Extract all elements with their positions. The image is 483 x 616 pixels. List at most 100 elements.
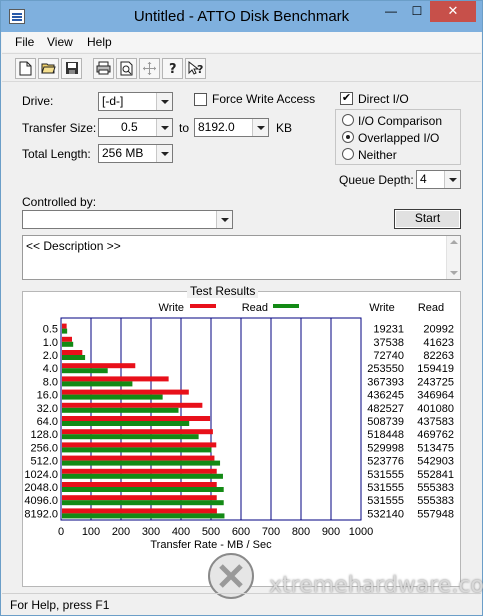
chevron-down-icon[interactable] bbox=[444, 171, 460, 188]
open-folder-icon[interactable] bbox=[38, 58, 59, 79]
save-icon[interactable] bbox=[61, 58, 82, 79]
svg-text:?: ? bbox=[197, 63, 203, 76]
category-label: 512.0 bbox=[30, 456, 58, 468]
results-title: Test Results bbox=[187, 284, 259, 298]
write-bar bbox=[62, 508, 217, 514]
write-value: 523776 bbox=[367, 456, 404, 468]
new-document-icon[interactable] bbox=[15, 58, 36, 79]
write-value: 508739 bbox=[367, 416, 404, 428]
x-tick-label: 600 bbox=[232, 526, 250, 538]
write-bar bbox=[62, 455, 215, 461]
menu-bar: File View Help bbox=[2, 32, 481, 52]
neither-radio[interactable] bbox=[342, 148, 354, 160]
read-value: 82263 bbox=[423, 350, 454, 362]
drive-select[interactable]: [-d-] bbox=[98, 92, 173, 111]
context-help-icon[interactable]: ? bbox=[185, 58, 206, 79]
overlapped-io-radio[interactable] bbox=[342, 131, 354, 143]
chevron-down-icon[interactable] bbox=[252, 119, 268, 136]
toolbar: ? ? bbox=[2, 53, 481, 82]
x-tick-label: 300 bbox=[142, 526, 160, 538]
read-bar bbox=[62, 447, 212, 453]
help-icon[interactable]: ? bbox=[162, 58, 183, 79]
write-value: 253550 bbox=[367, 363, 404, 375]
chevron-down-icon[interactable] bbox=[156, 145, 172, 162]
read-bar bbox=[62, 473, 223, 479]
transfer-size-to-select[interactable]: 8192.0 bbox=[194, 118, 269, 137]
menu-view[interactable]: View bbox=[47, 35, 73, 49]
maximize-button[interactable]: ☐ bbox=[404, 1, 430, 22]
read-bar bbox=[62, 487, 224, 492]
controlled-by-label: Controlled by: bbox=[22, 195, 97, 209]
start-button[interactable]: Start bbox=[394, 209, 461, 229]
read-value: 20992 bbox=[423, 324, 454, 336]
read-value: 555383 bbox=[417, 495, 454, 507]
x-tick-label: 0 bbox=[58, 526, 64, 538]
svg-text:?: ? bbox=[169, 62, 177, 76]
title-bar[interactable]: Untitled - ATTO Disk Benchmark — ☐ ✕ bbox=[1, 1, 482, 32]
description-textarea[interactable]: << Description >> bbox=[22, 235, 461, 280]
chevron-down-icon[interactable] bbox=[216, 211, 232, 228]
drive-value: [-d-] bbox=[102, 94, 124, 108]
transfer-size-from-select[interactable]: 0.5 bbox=[98, 118, 173, 137]
read-bar bbox=[62, 434, 199, 440]
write-value: 531555 bbox=[367, 482, 404, 494]
read-bar bbox=[62, 500, 224, 506]
description-text: << Description >> bbox=[26, 239, 121, 253]
move-icon[interactable] bbox=[139, 58, 160, 79]
read-bar bbox=[62, 421, 190, 426]
io-comparison-label: I/O Comparison bbox=[358, 114, 443, 128]
write-bar bbox=[62, 482, 217, 487]
force-write-checkbox[interactable] bbox=[194, 93, 207, 106]
x-tick-label: 900 bbox=[322, 526, 340, 538]
read-value: 557948 bbox=[417, 508, 454, 520]
controlled-by-select[interactable] bbox=[22, 210, 233, 229]
menu-file[interactable]: File bbox=[15, 35, 34, 49]
chevron-down-icon[interactable] bbox=[156, 93, 172, 110]
total-length-value: 256 MB bbox=[102, 146, 144, 160]
transfer-size-to-value: 8192.0 bbox=[198, 120, 235, 134]
read-bar bbox=[62, 341, 74, 347]
write-bar bbox=[62, 363, 136, 369]
x-tick-label: 800 bbox=[292, 526, 310, 538]
force-write-label: Force Write Access bbox=[212, 92, 316, 106]
transfer-size-label: Transfer Size: bbox=[22, 121, 97, 135]
write-value: 436245 bbox=[367, 390, 404, 402]
category-label: 1.0 bbox=[43, 337, 58, 349]
menu-help[interactable]: Help bbox=[87, 35, 112, 49]
description-scrollbar[interactable] bbox=[446, 236, 460, 279]
read-bar bbox=[62, 368, 108, 374]
io-comparison-radio[interactable] bbox=[342, 114, 354, 126]
direct-io-label: Direct I/O bbox=[358, 92, 409, 106]
close-button[interactable]: ✕ bbox=[430, 1, 476, 22]
read-bar bbox=[62, 328, 68, 334]
read-bar bbox=[62, 381, 133, 387]
category-label: 0.5 bbox=[43, 324, 58, 336]
write-bar bbox=[62, 468, 217, 474]
write-bar bbox=[62, 323, 67, 329]
write-value: 531555 bbox=[367, 495, 404, 507]
queue-depth-label: Queue Depth: bbox=[339, 173, 414, 187]
minimize-button[interactable]: — bbox=[378, 1, 404, 22]
write-value: 518448 bbox=[367, 429, 404, 441]
total-length-select[interactable]: 256 MB bbox=[98, 144, 173, 163]
read-bar bbox=[62, 460, 221, 466]
read-value: 513475 bbox=[417, 442, 454, 454]
status-bar: For Help, press F1 bbox=[2, 593, 481, 615]
category-label: 256.0 bbox=[30, 442, 58, 454]
total-length-label: Total Length: bbox=[22, 147, 91, 161]
print-preview-icon[interactable] bbox=[116, 58, 137, 79]
chevron-down-icon[interactable] bbox=[156, 119, 172, 136]
read-value: 555383 bbox=[417, 482, 454, 494]
neither-label: Neither bbox=[358, 148, 397, 162]
read-bar bbox=[62, 513, 225, 519]
x-tick-label: 400 bbox=[172, 526, 190, 538]
write-value: 482527 bbox=[367, 403, 404, 415]
read-value: 346964 bbox=[417, 390, 454, 402]
direct-io-checkbox[interactable]: ✔ bbox=[340, 92, 353, 105]
write-bar bbox=[62, 429, 213, 435]
queue-depth-select[interactable]: 4 bbox=[416, 170, 461, 189]
read-column-header: Read bbox=[418, 302, 444, 314]
print-icon[interactable] bbox=[93, 58, 114, 79]
category-label: 4096.0 bbox=[24, 495, 58, 507]
read-value: 552841 bbox=[417, 469, 454, 481]
